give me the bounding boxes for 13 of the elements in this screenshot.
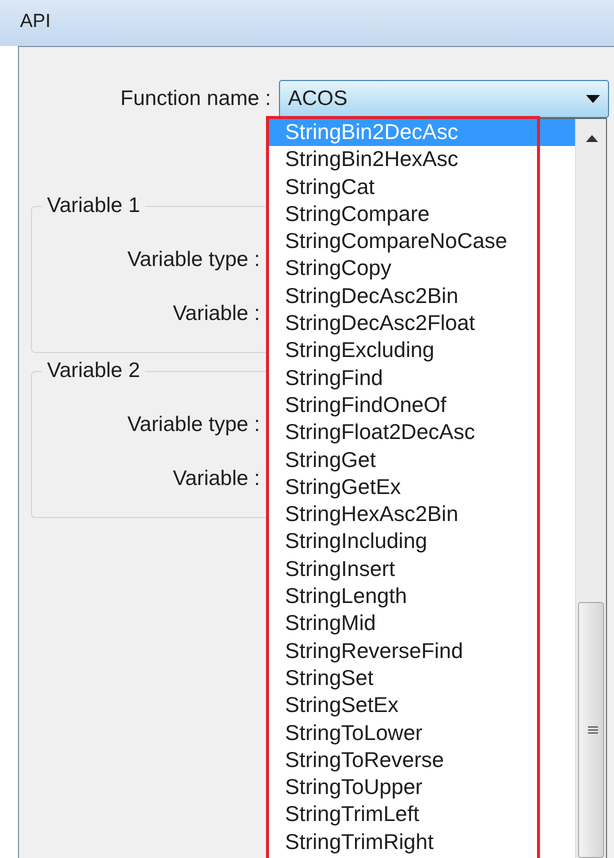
field-label: Variable :	[172, 302, 260, 326]
scroll-thumb[interactable]	[578, 602, 604, 858]
field-label: Variable :	[172, 467, 260, 491]
field-label: Variable type :	[127, 248, 260, 272]
function-name-dropdown[interactable]: ACOS	[279, 80, 609, 118]
dropdown-value: ACOS	[288, 86, 348, 112]
function-name-label: Function name :	[119, 86, 272, 112]
dropdown-arrow-icon	[586, 95, 600, 103]
grip-icon	[588, 726, 598, 735]
window-title: API	[20, 11, 51, 32]
field-label: Variable type :	[127, 413, 260, 437]
scrollbar[interactable]	[575, 119, 606, 858]
scroll-up-icon[interactable]	[586, 135, 598, 142]
